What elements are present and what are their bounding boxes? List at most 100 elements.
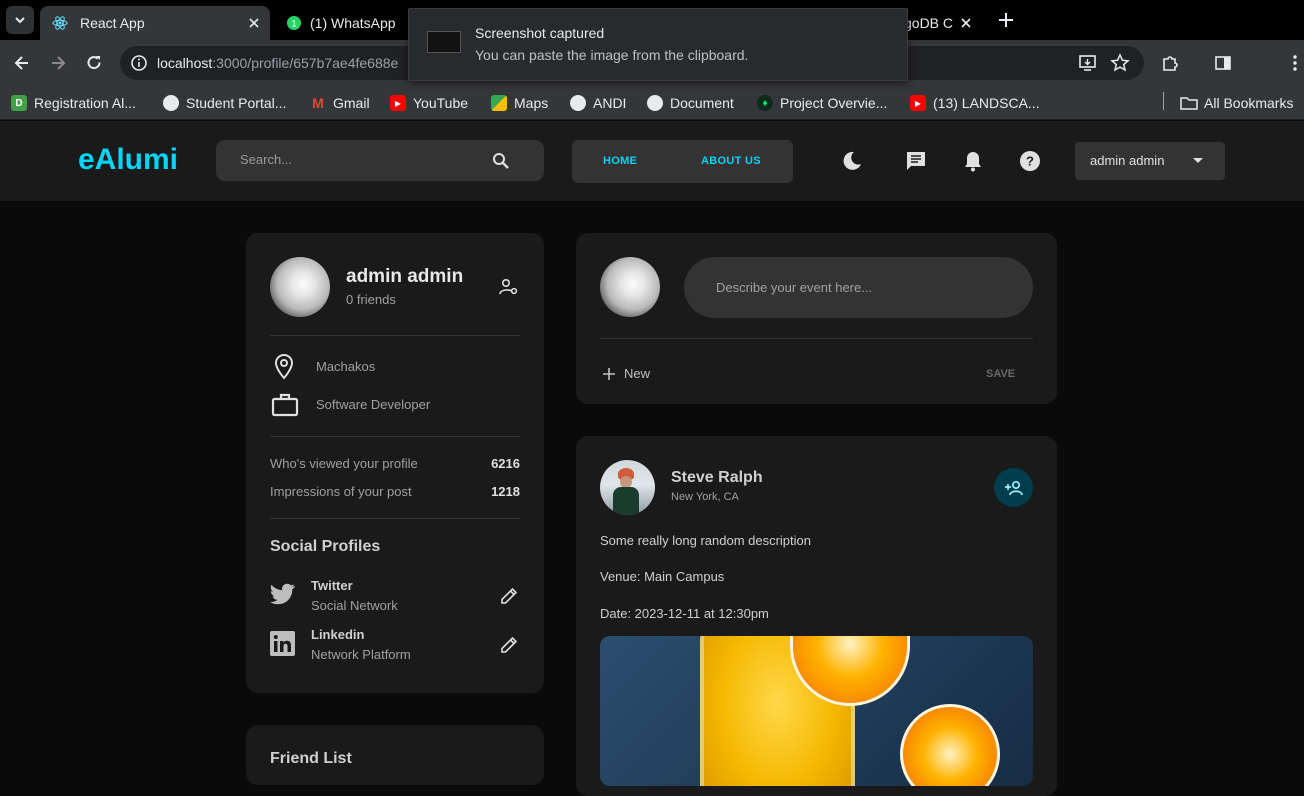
new-tab-icon[interactable] [996,10,1016,30]
post-date: Date: 2023-12-11 at 12:30pm [600,606,769,621]
new-button[interactable]: New [602,366,650,381]
search-icon[interactable] [491,151,511,171]
bookmark-document[interactable]: Document [647,92,734,114]
save-button[interactable]: SAVE [986,368,1015,380]
bookmark-andi[interactable]: ANDI [570,92,626,114]
divider [270,335,520,336]
app-navbar: eAlumi Search... HOME ABOUT US ? admin a… [0,121,1304,201]
mongodb-icon: ♦ [757,95,773,111]
avatar-body [613,487,639,515]
search-input[interactable]: Search... [216,140,544,181]
app-logo[interactable]: eAlumi [78,143,178,177]
stat-label: Impressions of your post [270,484,412,499]
screenshot-thumbnail [427,31,461,53]
linkedin-icon [270,631,295,656]
tab-react-app[interactable]: React App [40,6,270,40]
site-info-icon[interactable] [130,54,148,72]
post-venue: Venue: Main Campus [600,569,725,584]
post-description: Some really long random description [600,533,811,548]
post-author-name[interactable]: Steve Ralph [671,469,763,487]
social-type: Social Network [311,598,398,613]
social-name[interactable]: Twitter [311,578,353,593]
stat-value: 6216 [491,456,520,471]
youtube-icon: ▶ [910,95,926,111]
tab-search-button[interactable] [6,6,34,34]
nav-home-link[interactable]: HOME [603,155,637,167]
back-arrow-icon[interactable] [12,53,32,73]
post-author-location: New York, CA [671,491,739,503]
profile-card: admin admin 0 friends Machakos Software … [246,233,544,693]
location-text: Machakos [316,359,376,374]
extensions-icon[interactable] [1160,53,1180,73]
globe-icon [163,95,179,111]
react-icon [52,16,68,30]
reload-icon[interactable] [84,53,104,73]
install-app-icon[interactable] [1078,54,1098,72]
avatar[interactable] [600,257,660,317]
friends-count: 0 friends [346,292,396,307]
close-icon[interactable] [958,15,974,31]
side-panel-icon[interactable] [1213,53,1233,73]
search-placeholder: Search... [240,152,293,167]
event-composer-card: Describe your event here... New SAVE [576,233,1057,404]
youtube-icon: ▶ [390,95,406,111]
message-icon[interactable] [905,150,927,172]
twitter-icon [270,583,295,605]
chevron-down-icon [15,17,25,24]
person-add-icon [1004,480,1023,495]
occupation-text: Software Developer [316,397,431,412]
social-name[interactable]: Linkedin [311,627,364,642]
toast-title: Screenshot captured [475,25,605,41]
svg-text:?: ? [1026,154,1034,169]
add-friend-button[interactable] [994,468,1033,507]
divider [270,436,520,437]
divider [600,338,1033,339]
profile-name[interactable]: admin admin [346,266,463,288]
event-post-card: Steve Ralph New York, CA Some really lon… [576,436,1057,796]
bookmarks-divider [1163,92,1164,110]
bookmark-student-portal[interactable]: Student Portal... [163,92,286,114]
nav-links: HOME ABOUT US [572,140,793,183]
notifications-icon[interactable] [962,150,984,172]
close-icon[interactable] [246,15,262,31]
manage-accounts-icon[interactable] [499,278,519,296]
friend-list-card: Friend List [246,725,544,785]
event-description-input[interactable]: Describe your event here... [684,257,1033,318]
maps-icon [491,95,507,111]
divider [270,518,520,519]
edit-pencil-icon[interactable] [500,636,518,654]
add-icon [603,367,615,380]
stat-value: 1218 [491,484,520,499]
registration-icon: D [11,95,27,111]
forward-arrow-icon[interactable] [48,53,68,73]
bookmark-star-icon[interactable] [1110,53,1130,73]
bookmark-registration[interactable]: D Registration Al... [11,92,136,114]
folder-icon [1180,97,1198,110]
avatar[interactable] [270,257,330,317]
location-pin-icon [274,354,294,380]
avatar[interactable] [600,460,655,515]
bookmark-landscape[interactable]: ▶ (13) LANDSCA... [910,92,1040,114]
svg-text:1: 1 [291,19,296,29]
bookmark-gmail[interactable]: M Gmail [310,92,369,114]
bookmark-maps[interactable]: Maps [491,92,548,114]
post-image[interactable] [600,636,1033,786]
edit-pencil-icon[interactable] [500,587,518,605]
social-profiles-heading: Social Profiles [270,538,381,555]
bookmark-project-overview[interactable]: ♦ Project Overvie... [757,92,887,114]
tab-whatsapp[interactable]: 1 (1) WhatsApp [274,6,408,40]
screenshot-toast[interactable]: Screenshot captured You can paste the im… [408,8,908,81]
tab-mongodb[interactable]: goDB C [904,6,988,40]
bookmark-youtube[interactable]: ▶ YouTube [390,92,468,114]
dark-mode-icon[interactable] [841,150,863,172]
stat-label: Who's viewed your profile [270,456,418,471]
friend-list-heading: Friend List [270,750,352,767]
bookmarks-bar: D Registration Al... Student Portal... MG… [0,86,1304,120]
globe-icon [570,95,586,111]
help-icon[interactable]: ? [1019,150,1041,172]
new-button-label: New [624,366,651,381]
nav-about-link[interactable]: ABOUT US [701,155,761,167]
user-dropdown[interactable]: admin admin [1075,142,1225,180]
bookmark-all[interactable]: All Bookmarks [1180,92,1293,114]
more-menu-icon[interactable] [1285,53,1304,73]
